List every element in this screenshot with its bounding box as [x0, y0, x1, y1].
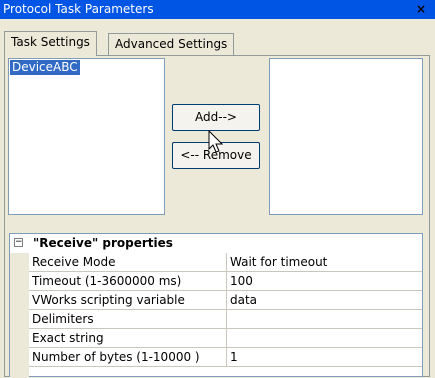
property-value[interactable]: 1 [230, 348, 238, 366]
property-row[interactable]: Exact string [29, 329, 422, 348]
property-value[interactable]: Wait for timeout [230, 253, 327, 271]
property-row[interactable]: Delimiters [29, 310, 422, 329]
grid-gutter [10, 253, 29, 378]
property-row[interactable]: VWorks scripting variable data [29, 291, 422, 310]
close-icon[interactable]: × [414, 0, 428, 19]
add-button-label: Add--> [195, 110, 237, 124]
property-row[interactable]: Receive Mode Wait for timeout [29, 253, 422, 272]
property-value[interactable]: 100 [230, 272, 253, 290]
property-value[interactable]: data [230, 291, 257, 309]
tab-task-settings-label: Task Settings [11, 35, 90, 49]
property-name: Number of bytes (1-10000 ) [32, 350, 200, 364]
column-divider [226, 272, 227, 290]
column-divider [226, 348, 227, 366]
column-divider [226, 291, 227, 309]
tab-advanced-settings[interactable]: Advanced Settings [108, 33, 235, 55]
column-divider [226, 253, 227, 271]
column-divider [226, 310, 227, 328]
property-name: Timeout (1-3600000 ms) [32, 274, 182, 288]
selected-list[interactable] [269, 58, 423, 215]
property-row[interactable]: Timeout (1-3600000 ms) 100 [29, 272, 422, 291]
property-grid: − "Receive" properties Receive Mode Wait… [9, 233, 423, 378]
add-button[interactable]: Add--> [172, 104, 260, 131]
property-name: Receive Mode [32, 255, 116, 269]
category-title: "Receive" properties [33, 236, 173, 250]
property-name: VWorks scripting variable [32, 293, 185, 307]
tab-advanced-settings-label: Advanced Settings [115, 37, 228, 51]
list-item[interactable]: DeviceABC [10, 60, 80, 75]
available-list[interactable]: DeviceABC [8, 58, 165, 215]
column-divider [226, 329, 227, 347]
window-title: Protocol Task Parameters [3, 2, 154, 16]
property-row[interactable]: Number of bytes (1-10000 ) 1 [29, 348, 422, 367]
collapse-icon[interactable]: − [14, 238, 23, 247]
title-bar: Protocol Task Parameters [0, 0, 435, 19]
tab-task-settings[interactable]: Task Settings [4, 31, 97, 56]
property-name: Exact string [32, 331, 104, 345]
category-header: − "Receive" properties [10, 234, 422, 253]
property-name: Delimiters [32, 312, 94, 326]
arrow-pointer-icon [208, 130, 224, 153]
